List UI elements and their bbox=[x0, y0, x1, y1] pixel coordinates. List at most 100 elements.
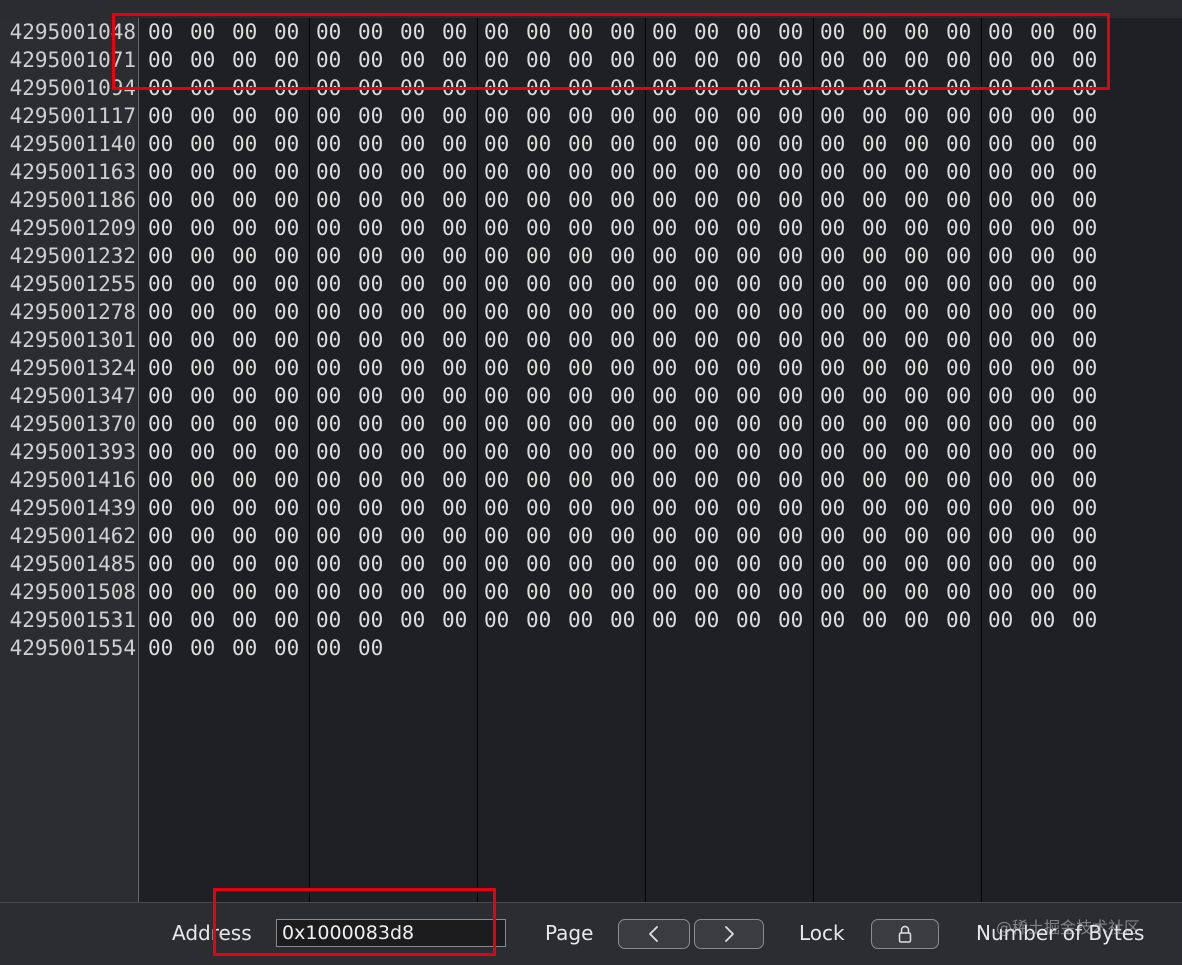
hex-byte[interactable]: 00 bbox=[736, 522, 764, 550]
hex-byte[interactable]: 00 bbox=[526, 46, 554, 74]
hex-byte[interactable]: 00 bbox=[946, 242, 974, 270]
hex-byte[interactable]: 00 bbox=[442, 242, 470, 270]
hex-byte[interactable]: 00 bbox=[442, 46, 470, 74]
hex-byte[interactable]: 00 bbox=[442, 466, 470, 494]
hex-byte[interactable]: 00 bbox=[232, 46, 260, 74]
hex-byte[interactable]: 00 bbox=[820, 242, 848, 270]
hex-byte[interactable]: 00 bbox=[190, 242, 218, 270]
hex-byte[interactable]: 00 bbox=[904, 186, 932, 214]
hex-byte[interactable]: 00 bbox=[442, 438, 470, 466]
hex-byte[interactable]: 00 bbox=[778, 158, 806, 186]
hex-byte[interactable]: 00 bbox=[484, 186, 512, 214]
hex-byte[interactable]: 00 bbox=[610, 438, 638, 466]
hex-byte[interactable]: 00 bbox=[610, 522, 638, 550]
hex-byte[interactable]: 00 bbox=[232, 438, 260, 466]
hex-byte[interactable]: 00 bbox=[946, 578, 974, 606]
hex-byte[interactable]: 00 bbox=[148, 606, 176, 634]
hex-byte[interactable]: 00 bbox=[148, 634, 176, 662]
hex-byte[interactable]: 00 bbox=[652, 522, 680, 550]
hex-byte[interactable]: 00 bbox=[820, 18, 848, 46]
hex-byte[interactable]: 00 bbox=[232, 130, 260, 158]
hex-byte[interactable]: 00 bbox=[778, 130, 806, 158]
hex-byte[interactable]: 00 bbox=[904, 354, 932, 382]
hex-byte[interactable]: 00 bbox=[946, 158, 974, 186]
hex-byte[interactable]: 00 bbox=[400, 214, 428, 242]
page-prev-button[interactable] bbox=[618, 919, 690, 949]
hex-byte[interactable]: 00 bbox=[484, 578, 512, 606]
hex-byte[interactable]: 00 bbox=[568, 438, 596, 466]
hex-byte[interactable]: 00 bbox=[358, 494, 386, 522]
hex-row[interactable]: 00 00 00 00 00 00 00 00 00 00 00 00 00 00 00 00 00 00 00 00… bbox=[139, 214, 1119, 242]
hex-byte[interactable]: 00 bbox=[190, 102, 218, 130]
hex-byte[interactable]: 00 bbox=[694, 578, 722, 606]
hex-byte[interactable]: 00 bbox=[694, 438, 722, 466]
hex-byte[interactable]: 00 bbox=[1072, 242, 1100, 270]
hex-byte[interactable]: 00 bbox=[400, 550, 428, 578]
hex-byte[interactable]: 00 bbox=[484, 382, 512, 410]
hex-byte[interactable]: 00 bbox=[316, 158, 344, 186]
hex-byte[interactable]: 00 bbox=[1072, 494, 1100, 522]
hex-byte[interactable]: 00 bbox=[778, 410, 806, 438]
hex-byte[interactable]: 00 bbox=[946, 410, 974, 438]
hex-byte[interactable]: 00 bbox=[316, 270, 344, 298]
hex-byte[interactable]: 00 bbox=[484, 522, 512, 550]
hex-byte[interactable]: 00 bbox=[988, 522, 1016, 550]
hex-byte[interactable]: 00 bbox=[484, 158, 512, 186]
hex-byte[interactable]: 00 bbox=[610, 466, 638, 494]
hex-byte[interactable]: 00 bbox=[862, 242, 890, 270]
hex-byte[interactable]: 00 bbox=[820, 326, 848, 354]
hex-byte[interactable]: 00 bbox=[484, 214, 512, 242]
hex-byte[interactable]: 00 bbox=[1030, 102, 1058, 130]
hex-byte[interactable]: 00 bbox=[652, 494, 680, 522]
hex-byte[interactable]: 00 bbox=[568, 102, 596, 130]
hex-byte[interactable]: 00 bbox=[1030, 522, 1058, 550]
hex-byte[interactable]: 00 bbox=[820, 130, 848, 158]
hex-byte[interactable]: 00 bbox=[568, 382, 596, 410]
hex-byte[interactable]: 00 bbox=[400, 46, 428, 74]
hex-byte[interactable]: 00 bbox=[442, 606, 470, 634]
hex-byte[interactable]: 00 bbox=[694, 158, 722, 186]
hex-byte[interactable]: 00 bbox=[568, 242, 596, 270]
hex-byte[interactable]: 00 bbox=[484, 494, 512, 522]
hex-byte[interactable]: 00 bbox=[610, 102, 638, 130]
hex-byte[interactable]: 00 bbox=[778, 18, 806, 46]
hex-byte[interactable]: 00 bbox=[526, 550, 554, 578]
hex-byte[interactable]: 00 bbox=[820, 270, 848, 298]
hex-byte[interactable]: 00 bbox=[652, 130, 680, 158]
hex-byte[interactable]: 00 bbox=[400, 466, 428, 494]
hex-byte[interactable]: 00 bbox=[1030, 606, 1058, 634]
hex-byte[interactable]: 00 bbox=[820, 214, 848, 242]
hex-byte[interactable]: 00 bbox=[652, 242, 680, 270]
hex-byte[interactable]: 00 bbox=[190, 186, 218, 214]
hex-byte[interactable]: 00 bbox=[610, 382, 638, 410]
hex-byte[interactable]: 00 bbox=[820, 158, 848, 186]
hex-byte[interactable]: 00 bbox=[1072, 606, 1100, 634]
hex-byte[interactable]: 00 bbox=[652, 578, 680, 606]
hex-byte[interactable]: 00 bbox=[946, 550, 974, 578]
hex-byte[interactable]: 00 bbox=[1072, 522, 1100, 550]
hex-byte[interactable]: 00 bbox=[652, 550, 680, 578]
hex-byte[interactable]: 00 bbox=[694, 46, 722, 74]
hex-byte[interactable]: 00 bbox=[526, 494, 554, 522]
hex-byte[interactable]: 00 bbox=[232, 242, 260, 270]
hex-byte[interactable]: 00 bbox=[1030, 270, 1058, 298]
hex-byte[interactable]: 00 bbox=[820, 466, 848, 494]
hex-byte[interactable]: 00 bbox=[232, 578, 260, 606]
hex-byte[interactable]: 00 bbox=[694, 466, 722, 494]
hex-byte[interactable]: 00 bbox=[1030, 74, 1058, 102]
hex-byte[interactable]: 00 bbox=[442, 74, 470, 102]
hex-row[interactable]: 00 00 00 00 00 00 00 00 00 00 00 00 00 00 00 00 00 00 00 00… bbox=[139, 466, 1119, 494]
hex-byte[interactable]: 00 bbox=[736, 18, 764, 46]
hex-byte[interactable]: 00 bbox=[862, 578, 890, 606]
hex-byte[interactable]: 00 bbox=[526, 606, 554, 634]
hex-byte[interactable]: 00 bbox=[568, 522, 596, 550]
hex-byte[interactable]: 00 bbox=[232, 270, 260, 298]
hex-byte[interactable]: 00 bbox=[820, 74, 848, 102]
hex-byte[interactable]: 00 bbox=[316, 578, 344, 606]
hex-byte[interactable]: 00 bbox=[820, 102, 848, 130]
hex-byte[interactable]: 00 bbox=[442, 354, 470, 382]
hex-byte[interactable]: 00 bbox=[148, 214, 176, 242]
hex-byte[interactable]: 00 bbox=[232, 382, 260, 410]
hex-byte[interactable]: 00 bbox=[610, 270, 638, 298]
hex-byte[interactable]: 00 bbox=[232, 522, 260, 550]
